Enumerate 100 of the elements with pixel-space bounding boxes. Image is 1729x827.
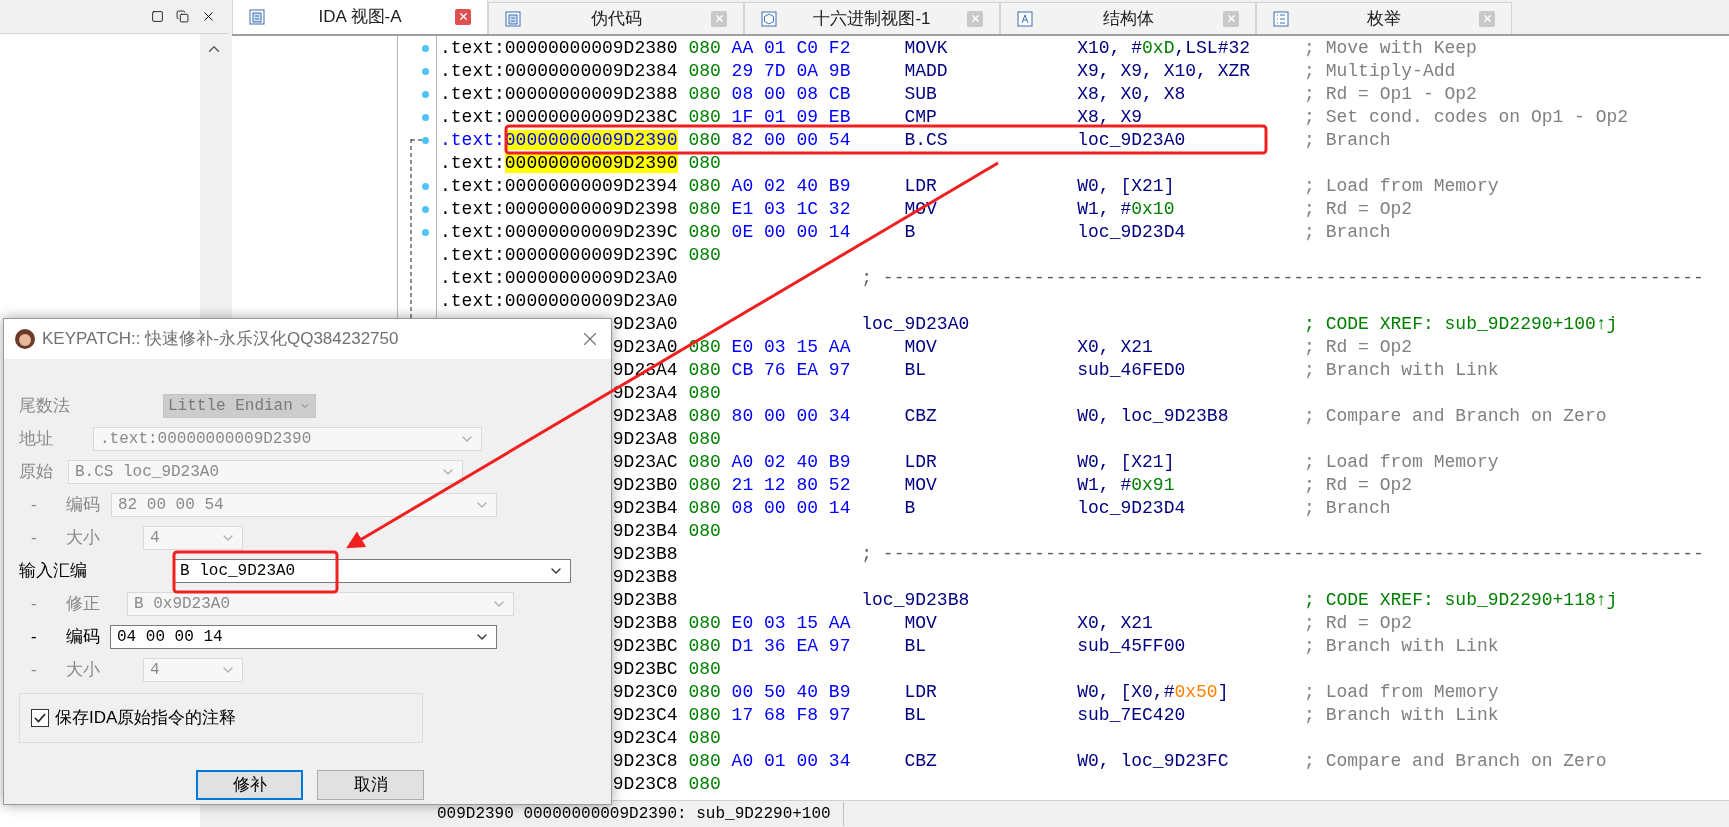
tab-label: 枚举 [1366,7,1402,30]
address-text: 9D23C8 [612,750,678,773]
avatar-icon [14,328,36,350]
address-text: 9D23B4 [612,497,678,520]
tab[interactable]: 枚举 [1256,2,1512,34]
address-text: .text:00000000009D238C [440,106,678,129]
operands-text: W0, [X0,#0x50] [1077,681,1230,704]
operands-text: W0, loc_9D23FC [1077,750,1230,773]
close-icon[interactable] [201,9,216,24]
prefix-text: 080 [688,382,721,405]
address-text: .text:00000000009D2380 [440,37,678,60]
address-text: 9D23BC [612,635,678,658]
tab-label: 结构体 [1101,7,1155,30]
address-text: 9D23B8 [612,589,678,612]
address-text: 9D23A8 [612,405,678,428]
operands-text: X9, X9, X10, XZR [1077,60,1252,83]
operands-text: W0, [X21] [1077,175,1176,198]
address-text: 9D23C4 [612,704,678,727]
prefix-text: 080 [688,750,721,773]
list-icon [1273,10,1289,27]
document-icon [249,8,265,25]
prefix-text: 080 [688,704,721,727]
tab[interactable]: IDA 视图-A [232,0,488,34]
prefix-text: 080 [688,37,721,60]
document-icon [505,10,521,27]
field-label: 编码 [66,494,100,517]
comment-text: ; Rd = Op2 [1304,612,1413,635]
prefix-text: 080 [688,612,721,635]
operands-text: sub_45FF00 [1077,635,1187,658]
operands-text: loc_9D23D4 [1077,497,1187,520]
maximize-icon[interactable] [151,10,164,23]
prefix-text: 080 [688,244,721,267]
dialog-button[interactable]: 取消 [317,770,424,800]
opcode-bytes: 80 00 00 34 [731,405,851,428]
opcode-bytes: 17 68 F8 97 [731,704,851,727]
prefix-text: 080 [688,336,721,359]
field-label: 输入汇编 [19,560,87,583]
address-text: .text:00000000009D239C [440,244,678,267]
dialog-title: KEYPATCH:: 快速修补-永乐汉化QQ384232750 [42,328,399,351]
prefix-text: 080 [688,428,721,451]
prefix-text: 080 [688,83,721,106]
combo-field[interactable]: B loc_9D23A0 [173,559,571,583]
opcode-bytes: 0E 00 00 14 [731,221,851,244]
structure-icon [1017,10,1033,27]
opcode-bytes: 29 7D 0A 9B [731,60,851,83]
tab[interactable]: 伪代码 [488,2,744,34]
opcode-bytes: 1F 01 09 EB [731,106,851,129]
mnemonic-text: MOV [904,336,938,359]
prefix-text: 080 [688,451,721,474]
opcode-bytes: 08 00 00 14 [731,497,851,520]
prefix-text: 080 [688,106,721,129]
mnemonic-text: LDR [904,175,938,198]
prefix-text: 080 [688,773,721,796]
mnemonic-text: B.CS [904,129,949,152]
operands-text: X0, X21 [1077,336,1154,359]
address-text: 9D23A0 [612,313,678,336]
address-text: 9D23B4 [612,520,678,543]
comment-text: ; Branch [1304,129,1391,152]
prefix-text: 080 [688,175,721,198]
indent-dash: - [30,626,38,649]
opcode-bytes: E0 03 15 AA [731,336,851,359]
prefix-text: 080 [688,474,721,497]
comment-text: ; Multiply-Add [1304,60,1456,83]
comment-text: ; Set cond. codes on Op1 - Op2 [1304,106,1629,129]
operands-text: sub_7EC420 [1077,704,1187,727]
operands-text: loc_9D23D4 [1077,221,1187,244]
operands-text: X8, X9 [1077,106,1144,129]
address-text: 9D23AC [612,451,678,474]
label-text: loc_9D23B8 [861,589,971,612]
mnemonic-text: SUB [904,83,938,106]
dialog-button[interactable]: 修补 [196,770,303,800]
checkbox[interactable] [31,709,49,727]
mnemonic-text: LDR [904,681,938,704]
operands-text: loc_9D23A0 [1077,129,1187,152]
comment-text: ; Branch with Link [1304,635,1499,658]
comment-text: ; Load from Memory [1304,451,1499,474]
address-text: .text:00000000009D2388 [440,83,678,106]
separator-line: ; ---------------------------------------------------------------------------- [861,543,1704,566]
address-text: .text:00000000009D2394 [440,175,678,198]
operands-text: X10, #0xD,LSL#32 [1077,37,1252,60]
tab[interactable]: 十六进制视图-1 [744,2,1000,34]
field-label: 修正 [66,593,100,616]
xref-comment: ; CODE XREF: sub_9D2290+118↑j [1304,589,1618,612]
separator-line: ; ---------------------------------------------------------------------------- [861,267,1704,290]
opcode-bytes: 00 50 40 B9 [731,681,851,704]
indent-dash: - [30,494,38,517]
opcode-bytes: E1 03 1C 32 [731,198,851,221]
combo-field[interactable]: 04 00 00 14 [110,625,497,649]
operands-text: sub_46FED0 [1077,359,1187,382]
tab[interactable]: 结构体 [1000,2,1256,34]
operands-text: W1, #0x10 [1077,198,1176,221]
prefix-text: 080 [688,221,721,244]
mnemonic-text: LDR [904,451,938,474]
address-text: 9D23BC [612,658,678,681]
tab-label: 伪代码 [589,7,643,30]
field-label: 尾数法 [19,395,70,418]
comment-text: ; Branch with Link [1304,359,1499,382]
comment-text: ; Rd = Op2 [1304,336,1413,359]
restore-icon[interactable] [176,10,189,23]
prefix-text: 080 [688,635,721,658]
